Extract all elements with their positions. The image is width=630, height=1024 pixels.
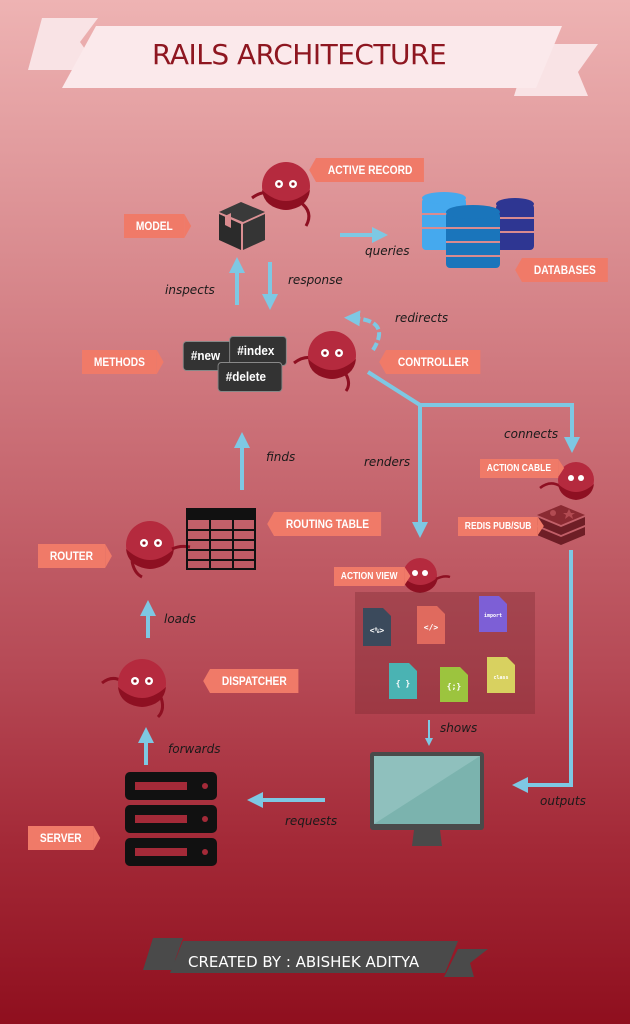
html-file-icon: </> <box>417 606 445 644</box>
note-connects: connects <box>504 427 559 441</box>
tag-model: MODEL <box>124 214 192 238</box>
json-file-icon: { } <box>389 663 417 699</box>
coffee-file-icon: class <box>487 657 515 693</box>
svg-text:{;}: {;} <box>447 682 462 691</box>
svg-text:{ }: { } <box>396 679 411 688</box>
tag-server: SERVER <box>28 826 101 850</box>
note-renders: renders <box>364 455 411 469</box>
svg-text:class: class <box>493 675 508 681</box>
view-files: <%> </> import { } {;} class <box>363 596 515 702</box>
tag-action-cable: ACTION CABLE <box>480 459 564 478</box>
dispatcher-creature-icon <box>101 659 166 719</box>
note-redirects: redirects <box>395 311 449 325</box>
note-inspects: inspects <box>165 283 215 297</box>
svg-text:</>: </> <box>424 623 439 632</box>
note-forwards: forwards <box>168 742 221 756</box>
tag-dispatcher: DISPATCHER <box>203 669 299 693</box>
server-icon <box>125 772 217 866</box>
note-outputs: outputs <box>540 794 586 808</box>
tag-redis: REDIS PUB/SUB <box>458 517 545 536</box>
tag-active-record: ACTIVE RECORD <box>309 158 425 182</box>
import-file-icon: import <box>479 596 507 632</box>
monitor-icon <box>370 752 484 846</box>
note-response: response <box>288 273 343 287</box>
controller-creature-icon <box>293 331 356 392</box>
method-delete: #delete <box>217 362 283 392</box>
routing-table-icon <box>186 508 256 570</box>
tag-routing-table: ROUTING TABLE <box>267 512 381 536</box>
css-file-icon: {;} <box>440 667 468 702</box>
note-shows: shows <box>440 721 478 735</box>
tag-action-view: ACTION VIEW <box>334 567 410 586</box>
erb-file-icon: <%> <box>363 608 391 646</box>
credit-text: CREATED BY : ABISHEK ADITYA <box>188 953 420 971</box>
svg-text:import: import <box>484 613 502 619</box>
tag-router: ROUTER <box>38 544 112 568</box>
svg-text:<%>: <%> <box>370 626 385 635</box>
tag-databases: DATABASES <box>515 258 608 282</box>
note-queries: queries <box>365 244 410 258</box>
tag-controller: CONTROLLER <box>379 350 481 374</box>
note-finds: finds <box>266 450 296 464</box>
note-loads: loads <box>164 612 196 626</box>
tag-methods: METHODS <box>82 350 164 374</box>
note-requests: requests <box>285 814 338 828</box>
